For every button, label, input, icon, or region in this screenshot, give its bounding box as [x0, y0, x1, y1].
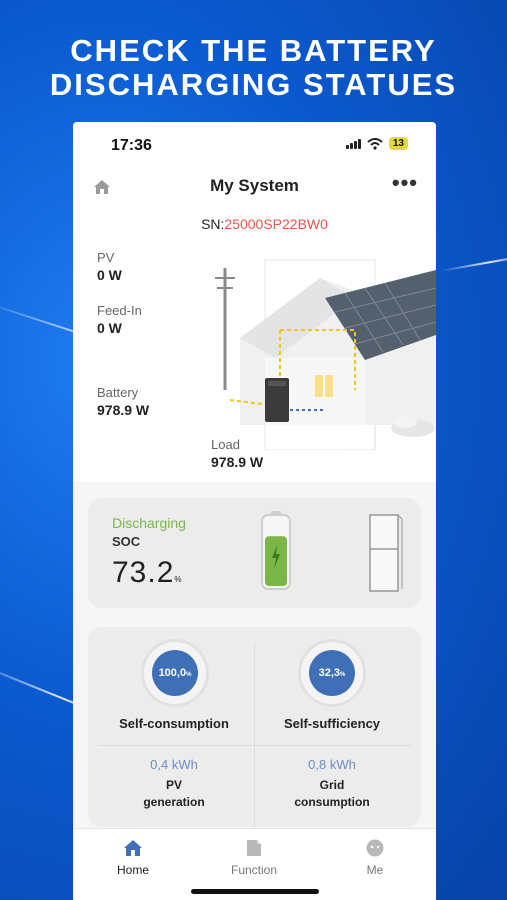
- soc-number: 73.2: [112, 556, 175, 589]
- signal-icon: [345, 138, 361, 149]
- promo-line-2: DISCHARGING STATUES: [49, 67, 458, 102]
- grid-consumption-label-line2: consumption: [294, 795, 370, 809]
- tab-function-label: Function: [230, 863, 278, 877]
- app-header: My System •••: [73, 168, 436, 210]
- tab-function[interactable]: Function: [214, 839, 294, 877]
- function-icon: [247, 840, 261, 856]
- serial-number: SN:25000SP22BW0: [73, 210, 436, 238]
- status-time: 17:36: [111, 137, 152, 154]
- self-consumption-value: 100,0: [158, 667, 187, 679]
- pv-generation-label-line2: generation: [143, 795, 205, 809]
- phone-screen: 17:36 13 My System ••• SN:25000SP22BW0 P…: [73, 122, 436, 900]
- grid-consumption-label-line1: Grid: [319, 778, 345, 792]
- feed-in-metric: Feed-In 0 W: [97, 303, 142, 336]
- feed-in-label: Feed-In: [97, 303, 142, 318]
- soc-value: 73.2%: [112, 556, 182, 590]
- pv-generation-label: PV generation: [94, 777, 254, 811]
- profile-icon: [366, 839, 384, 857]
- soc-unit: %: [174, 575, 182, 584]
- self-sufficiency-label: Self-sufficiency: [283, 716, 381, 731]
- battery-label: Battery: [97, 385, 139, 400]
- pv-label: PV: [97, 250, 115, 265]
- promo-line-1: CHECK THE BATTERY: [70, 33, 437, 68]
- self-sufficiency-gauge: 32,3%: [298, 639, 366, 707]
- bottom-tab-bar: Home Function Me: [73, 828, 436, 900]
- soc-label: SOC: [112, 534, 141, 549]
- battery-metric: Battery 978.9 W: [97, 385, 149, 418]
- page-title: My System: [210, 176, 299, 195]
- statistics-card: 100,0% Self-consumption 32,3% Self-suffi…: [88, 627, 421, 827]
- tab-me-label: Me: [366, 863, 384, 877]
- pv-metric: PV 0 W: [97, 250, 122, 283]
- tab-me[interactable]: Me: [335, 839, 415, 877]
- battery-level-icon: [261, 511, 291, 590]
- pv-value: 0 W: [97, 267, 122, 283]
- serial-prefix: SN:: [201, 216, 225, 232]
- utility-pole-icon: [215, 268, 235, 390]
- self-sufficiency-unit: %: [340, 672, 346, 678]
- home-battery-icon: [265, 378, 289, 422]
- house-illustration: [215, 259, 436, 450]
- self-consumption-label: Self-consumption: [119, 716, 229, 731]
- discharging-status: Discharging: [112, 515, 186, 531]
- load-value: 978.9 W: [211, 454, 264, 470]
- serial-value: 25000SP22BW0: [224, 216, 328, 232]
- self-consumption-unit: %: [186, 672, 192, 678]
- self-sufficiency-value: 32,3: [318, 667, 341, 679]
- battery-icon: 13: [388, 137, 408, 150]
- soc-card[interactable]: Discharging SOC 73.2%: [88, 498, 421, 608]
- promo-headline: CHECK THE BATTERY DISCHARGING STATUES: [0, 34, 507, 102]
- tab-home-label: Home: [116, 863, 149, 877]
- tab-home[interactable]: Home: [93, 839, 173, 877]
- status-bar: 17:36 13: [73, 122, 436, 168]
- grid-consumption-value: 0,8 kWh: [308, 757, 356, 772]
- stats-divider-horizontal: [98, 745, 411, 746]
- status-icons: 13: [345, 137, 408, 150]
- grid-consumption-label: Grid consumption: [252, 777, 412, 811]
- home-icon: [124, 840, 142, 856]
- energy-flow-overview: PV 0 W Feed-In 0 W Battery 978.9 W Load …: [73, 238, 436, 482]
- feed-in-value: 0 W: [97, 320, 122, 336]
- self-consumption-gauge: 100,0%: [141, 639, 209, 707]
- home-indicator: [191, 889, 319, 894]
- pv-generation-value: 0,4 kWh: [150, 757, 198, 772]
- battery-value: 978.9 W: [97, 402, 150, 418]
- pv-generation-label-line1: PV: [165, 778, 182, 792]
- wifi-icon: [367, 137, 383, 150]
- battery-cabinet-icon: [369, 514, 403, 592]
- more-icon[interactable]: •••: [392, 170, 418, 196]
